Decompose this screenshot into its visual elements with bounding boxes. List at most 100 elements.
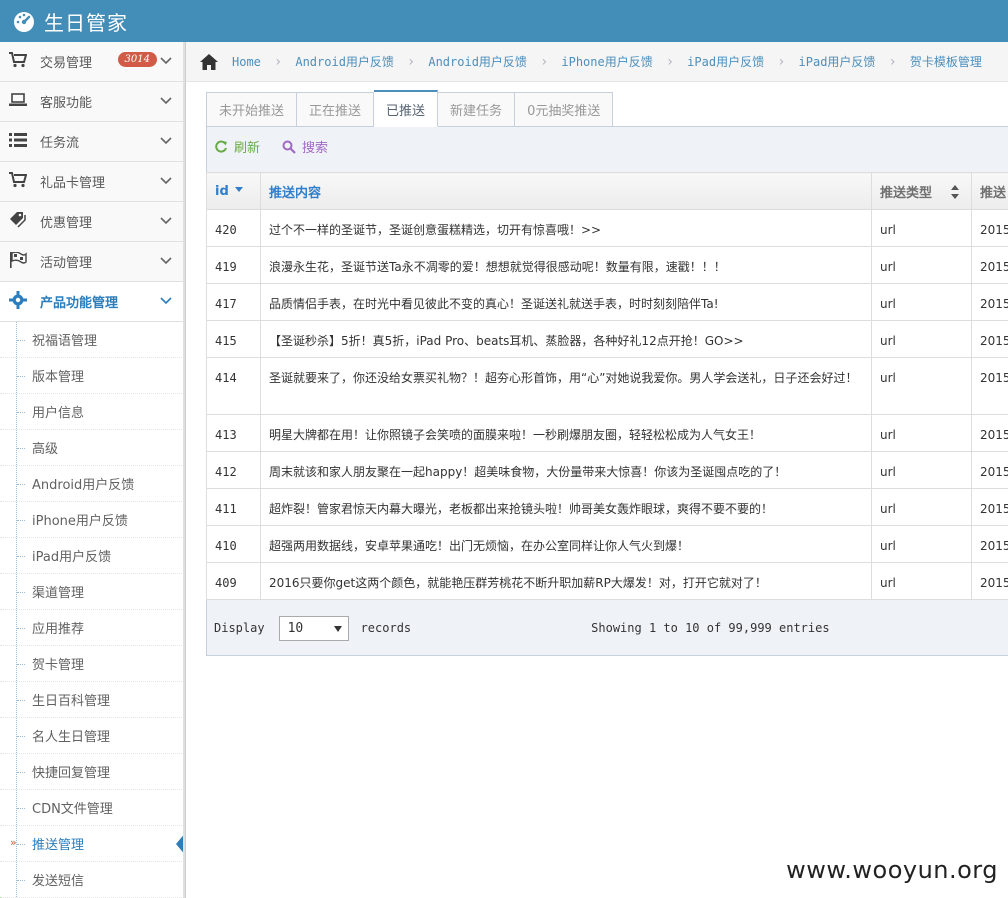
cell-id: 420 (206, 209, 261, 247)
tab-new-task[interactable]: 新建任务 (438, 92, 516, 127)
pager-bar: Display 10 records Showing 1 to 10 of 99… (206, 600, 1008, 656)
cell-id: 414 (206, 357, 261, 415)
cell-type: url (871, 357, 972, 415)
push-table: id 推送内容 推送类型 推送 420 过个不一样的圣诞节，圣诞创意蛋糕精选，切开… (206, 172, 1008, 600)
cell-time: 2015 (971, 414, 1008, 452)
sidebar-sub-item[interactable]: 名人生日管理 (0, 718, 184, 754)
table-row[interactable]: 409 2016只要你get这两个颜色，就能艳压群芳桃花不断升职加薪RP大爆发！对… (206, 562, 1008, 600)
sidebar-sub-item[interactable]: 高级 (0, 430, 184, 466)
sidebar-sub-item[interactable]: 应用推荐 (0, 610, 184, 646)
shopping-cart-icon (8, 171, 28, 192)
sidebar-item-discount[interactable]: 优惠管理 (0, 202, 185, 242)
sidebar-sub-item[interactable]: iPad用户反馈 (0, 538, 184, 574)
cell-content: 圣诞就要来了，你还没给女票买礼物？！超夯心形首饰，用“心”对她说我爱你。男人学会… (260, 357, 872, 415)
search-button[interactable]: 搜索 (282, 137, 328, 156)
breadcrumb-link[interactable]: 贺卡模板管理 (910, 53, 982, 70)
column-header-type[interactable]: 推送类型 (871, 172, 972, 210)
sidebar-sub-item[interactable]: 用户信息 (0, 394, 184, 430)
cell-id: 410 (206, 525, 261, 563)
tab-pushed[interactable]: 已推送 (374, 90, 439, 127)
tab-not-started[interactable]: 未开始推送 (206, 92, 298, 127)
dashboard-icon (14, 12, 34, 32)
page-size-select[interactable]: 10 (278, 615, 349, 641)
breadcrumb-separator-icon: › (273, 53, 283, 70)
tags-icon (8, 211, 28, 232)
chevron-down-icon (160, 297, 172, 305)
sidebar-item-trade[interactable]: 交易管理 3014 (0, 42, 185, 82)
tab-pushing[interactable]: 正在推送 (297, 92, 375, 127)
home-icon[interactable] (200, 53, 218, 70)
sidebar-sub-item[interactable]: 版本管理 (0, 358, 184, 394)
cell-time: 2015 (971, 451, 1008, 489)
breadcrumb-separator-icon: › (888, 53, 897, 70)
table-row[interactable]: 412 周末就该和家人朋友聚在一起happy！超美味食物，大份量带来大惊喜！你该为… (206, 451, 1008, 489)
sidebar-sub-item[interactable]: Android用户反馈 (0, 466, 184, 502)
table-row[interactable]: 413 明星大牌都在用！让你照镜子会笑喷的面膜来啦！一秒刷爆朋友圈，轻轻松松成为人… (206, 414, 1008, 452)
sidebar-item-activity[interactable]: 活动管理 (0, 242, 185, 282)
cell-content: 2016只要你get这两个颜色，就能艳压群芳桃花不断升职加薪RP大爆发！对，打开… (260, 562, 872, 600)
breadcrumb-separator-icon: › (777, 53, 786, 70)
breadcrumb-home[interactable]: Home (232, 55, 261, 69)
display-label: Display (214, 621, 265, 635)
table-row[interactable]: 415 【圣诞秒杀】5折！真5折，iPad Pro、beats耳机、蒸脸器，各种好… (206, 320, 1008, 358)
breadcrumb-link[interactable]: iPad用户反馈 (687, 53, 764, 70)
sidebar-sub-item-push-management[interactable]: » 推送管理 (0, 826, 185, 862)
sidebar-sub-item[interactable]: 发送短信 (0, 862, 184, 898)
sidebar-item-product-features[interactable]: 产品功能管理 (0, 282, 185, 322)
refresh-label: 刷新 (234, 141, 261, 156)
sidebar-sub-item[interactable]: iPhone用户反馈 (0, 502, 184, 538)
column-header-time[interactable]: 推送 (971, 172, 1008, 210)
sidebar-item-customer-service[interactable]: 客服功能 (0, 82, 185, 122)
search-icon (282, 140, 296, 154)
cell-time: 2015 (971, 357, 1008, 415)
chevron-down-icon (160, 137, 172, 145)
count-badge: 3014 (117, 52, 157, 67)
pager-info: Showing 1 to 10 of 99,999 entries (591, 621, 830, 635)
cell-content: 超强两用数据线，安卓苹果通吃！出门无烦恼，在办公室同样让你人气火到爆！ (260, 525, 872, 563)
table-row[interactable]: 411 超炸裂！管家君惊天内幕大曝光，老板都出来抢镜头啦！帅哥美女轰炸眼球，爽得不… (206, 488, 1008, 526)
table-row[interactable]: 419 浪漫永生花，圣诞节送Ta永不凋零的爱！想想就觉得很感动呢！数量有限，速戳！… (206, 246, 1008, 284)
table-row[interactable]: 414 圣诞就要来了，你还没给女票买礼物？！超夯心形首饰，用“心”对她说我爱你。男… (206, 357, 1008, 415)
cell-time: 2015 (971, 209, 1008, 247)
cell-type: url (871, 209, 972, 247)
cell-time: 2015 (971, 283, 1008, 321)
sort-icon (951, 185, 959, 199)
app-title[interactable]: 生日管家 (44, 7, 128, 36)
breadcrumb-link[interactable]: iPad用户反馈 (799, 53, 876, 70)
breadcrumb-link[interactable]: iPhone用户反馈 (561, 53, 652, 70)
cell-id: 415 (206, 320, 261, 358)
sidebar-sub-item[interactable]: 渠道管理 (0, 574, 184, 610)
submenu-product-features: 祝福语管理 版本管理 用户信息 高级 Android用户反馈 iPhone用户反… (0, 322, 185, 898)
sidebar-sub-item[interactable]: CDN文件管理 (0, 790, 184, 826)
sidebar-sub-item[interactable]: 贺卡管理 (0, 646, 184, 682)
column-header-content[interactable]: 推送内容 (260, 172, 872, 210)
sidebar-sub-item[interactable]: 生日百科管理 (0, 682, 184, 718)
breadcrumb-link[interactable]: Android用户反馈 (428, 53, 527, 70)
cell-type: url (871, 246, 972, 284)
cell-type: url (871, 320, 972, 358)
column-header-id[interactable]: id (206, 172, 261, 210)
cell-content: 明星大牌都在用！让你照镜子会笑喷的面膜来啦！一秒刷爆朋友圈，轻轻松松成为人气女王… (260, 414, 872, 452)
refresh-button[interactable]: 刷新 (214, 137, 260, 156)
chevron-down-icon (160, 257, 172, 265)
sidebar-item-gift-card[interactable]: 礼品卡管理 (0, 162, 185, 202)
table-row[interactable]: 410 超强两用数据线，安卓苹果通吃！出门无烦恼，在办公室同样让你人气火到爆！ ur… (206, 525, 1008, 563)
double-angle-right-icon: » (10, 836, 17, 849)
sidebar-item-task-flow[interactable]: 任务流 (0, 122, 185, 162)
tab-lottery-push[interactable]: 0元抽奖推送 (515, 92, 614, 127)
chevron-down-icon (160, 57, 172, 65)
sidebar-sub-item[interactable]: 快捷回复管理 (0, 754, 184, 790)
cell-type: url (871, 451, 972, 489)
table-row[interactable]: 420 过个不一样的圣诞节，圣诞创意蛋糕精选，切开有惊喜哦！>> url 2015 (206, 209, 1008, 247)
breadcrumb-link[interactable]: Android用户反馈 (295, 53, 394, 70)
tab-bar: 未开始推送 正在推送 已推送 新建任务 0元抽奖推送 (206, 90, 614, 127)
cell-id: 413 (206, 414, 261, 452)
sidebar-sub-item[interactable]: 祝福语管理 (0, 322, 184, 358)
shopping-cart-icon (8, 51, 28, 72)
navbar: 生日管家 (0, 0, 1008, 42)
grid-toolbar: 刷新 搜索 (214, 137, 350, 156)
cell-time: 2015 (971, 488, 1008, 526)
cell-content: 周末就该和家人朋友聚在一起happy！超美味食物，大份量带来大惊喜！你该为圣诞囤… (260, 451, 872, 489)
dropdown-caret-icon (333, 625, 342, 632)
table-row[interactable]: 417 品质情侣手表，在时光中看见彼此不变的真心！圣诞送礼就送手表，时时刻刻陪伴T… (206, 283, 1008, 321)
